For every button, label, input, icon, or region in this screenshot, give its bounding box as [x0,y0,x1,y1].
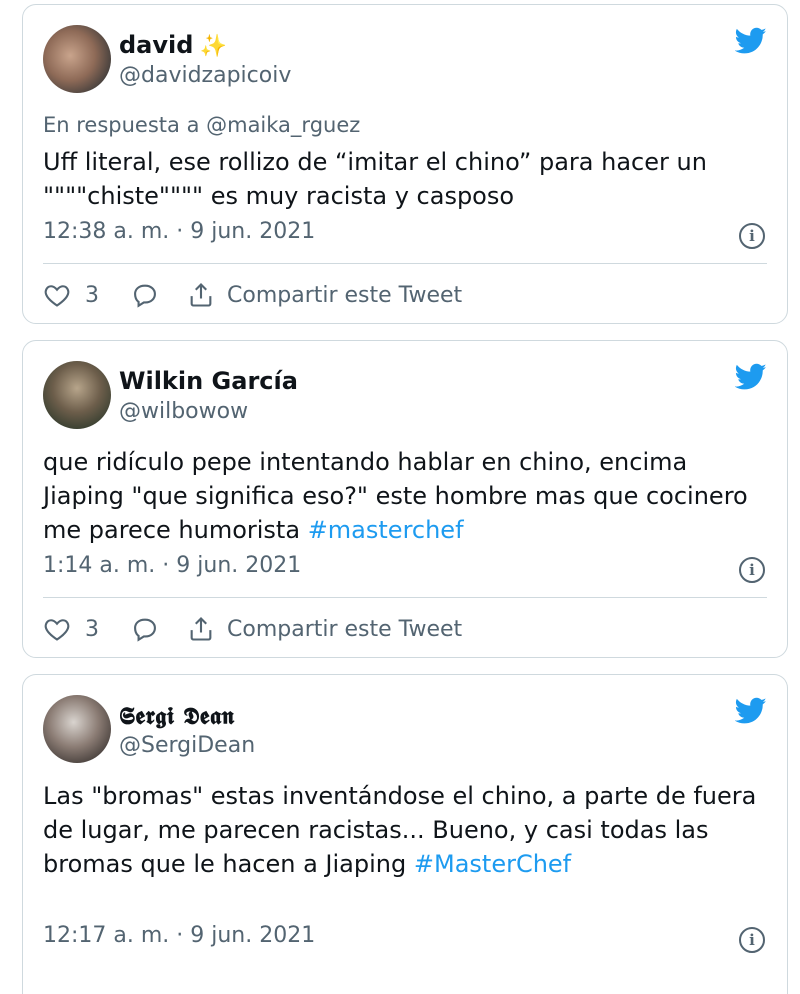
author-name-text[interactable]: david [119,31,193,59]
sparkles-icon: ✨ [199,34,227,59]
like-count: 3 [85,282,99,308]
info-icon[interactable]: i [739,557,765,583]
tweet-card[interactable]: david ✨ @davidzapicoiv En respuesta a @ma… [22,4,788,324]
tweet-card[interactable]: Wilkin García @wilbowow que ridículo pep… [22,340,788,658]
author-handle[interactable]: @wilbowow [119,399,248,424]
twitter-bird-icon[interactable] [735,27,767,55]
author-name[interactable]: david ✨ [119,31,227,59]
twitter-bird-icon[interactable] [735,363,767,391]
tweet-text: que ridículo pepe intentando hablar en c… [43,445,763,547]
tweet-text-body: Las "bromas" estas inventándose el chino… [43,782,757,878]
like-count: 3 [85,616,99,642]
divider [43,263,767,264]
hashtag-link[interactable]: #masterchef [308,516,464,544]
info-icon[interactable]: i [739,927,765,953]
author-handle[interactable]: @SergiDean [119,733,255,758]
tweet-text: Uff literal, ese rollizo de “imitar el c… [43,148,707,210]
reply-bubble-icon[interactable] [131,615,159,643]
share-button-label[interactable]: Compartir este Tweet [227,283,462,308]
tweet-card[interactable]: 𝕾𝖊𝖗𝖌𝖎 𝕯𝖊𝖆𝖓 @SergiDean Las "bromas" estas… [22,674,788,994]
twitter-bird-icon[interactable] [735,697,767,725]
reply-context[interactable]: En respuesta a @maika_rguez [43,113,360,137]
avatar[interactable] [43,361,111,429]
avatar[interactable] [43,25,111,93]
author-handle[interactable]: @davidzapicoiv [119,63,291,88]
info-icon[interactable]: i [739,223,765,249]
heart-icon[interactable] [43,281,71,309]
action-bar: 3 Compartir este Tweet [43,609,767,649]
divider [43,597,767,598]
share-icon[interactable] [187,615,215,643]
avatar[interactable] [43,695,111,763]
share-icon[interactable] [187,281,215,309]
heart-icon[interactable] [43,615,71,643]
timestamp[interactable]: 1:14 a. m. · 9 jun. 2021 [43,553,301,578]
share-button-label[interactable]: Compartir este Tweet [227,617,462,642]
author-name[interactable]: Wilkin García [119,367,298,395]
author-name[interactable]: 𝕾𝖊𝖗𝖌𝖎 𝕯𝖊𝖆𝖓 [119,701,235,730]
timestamp[interactable]: 12:38 a. m. · 9 jun. 2021 [43,219,315,244]
reply-bubble-icon[interactable] [131,281,159,309]
tweet-text: Las "bromas" estas inventándose el chino… [43,779,763,881]
timestamp[interactable]: 12:17 a. m. · 9 jun. 2021 [43,923,315,948]
action-bar: 3 Compartir este Tweet [43,275,767,315]
hashtag-link[interactable]: #MasterChef [414,850,571,878]
